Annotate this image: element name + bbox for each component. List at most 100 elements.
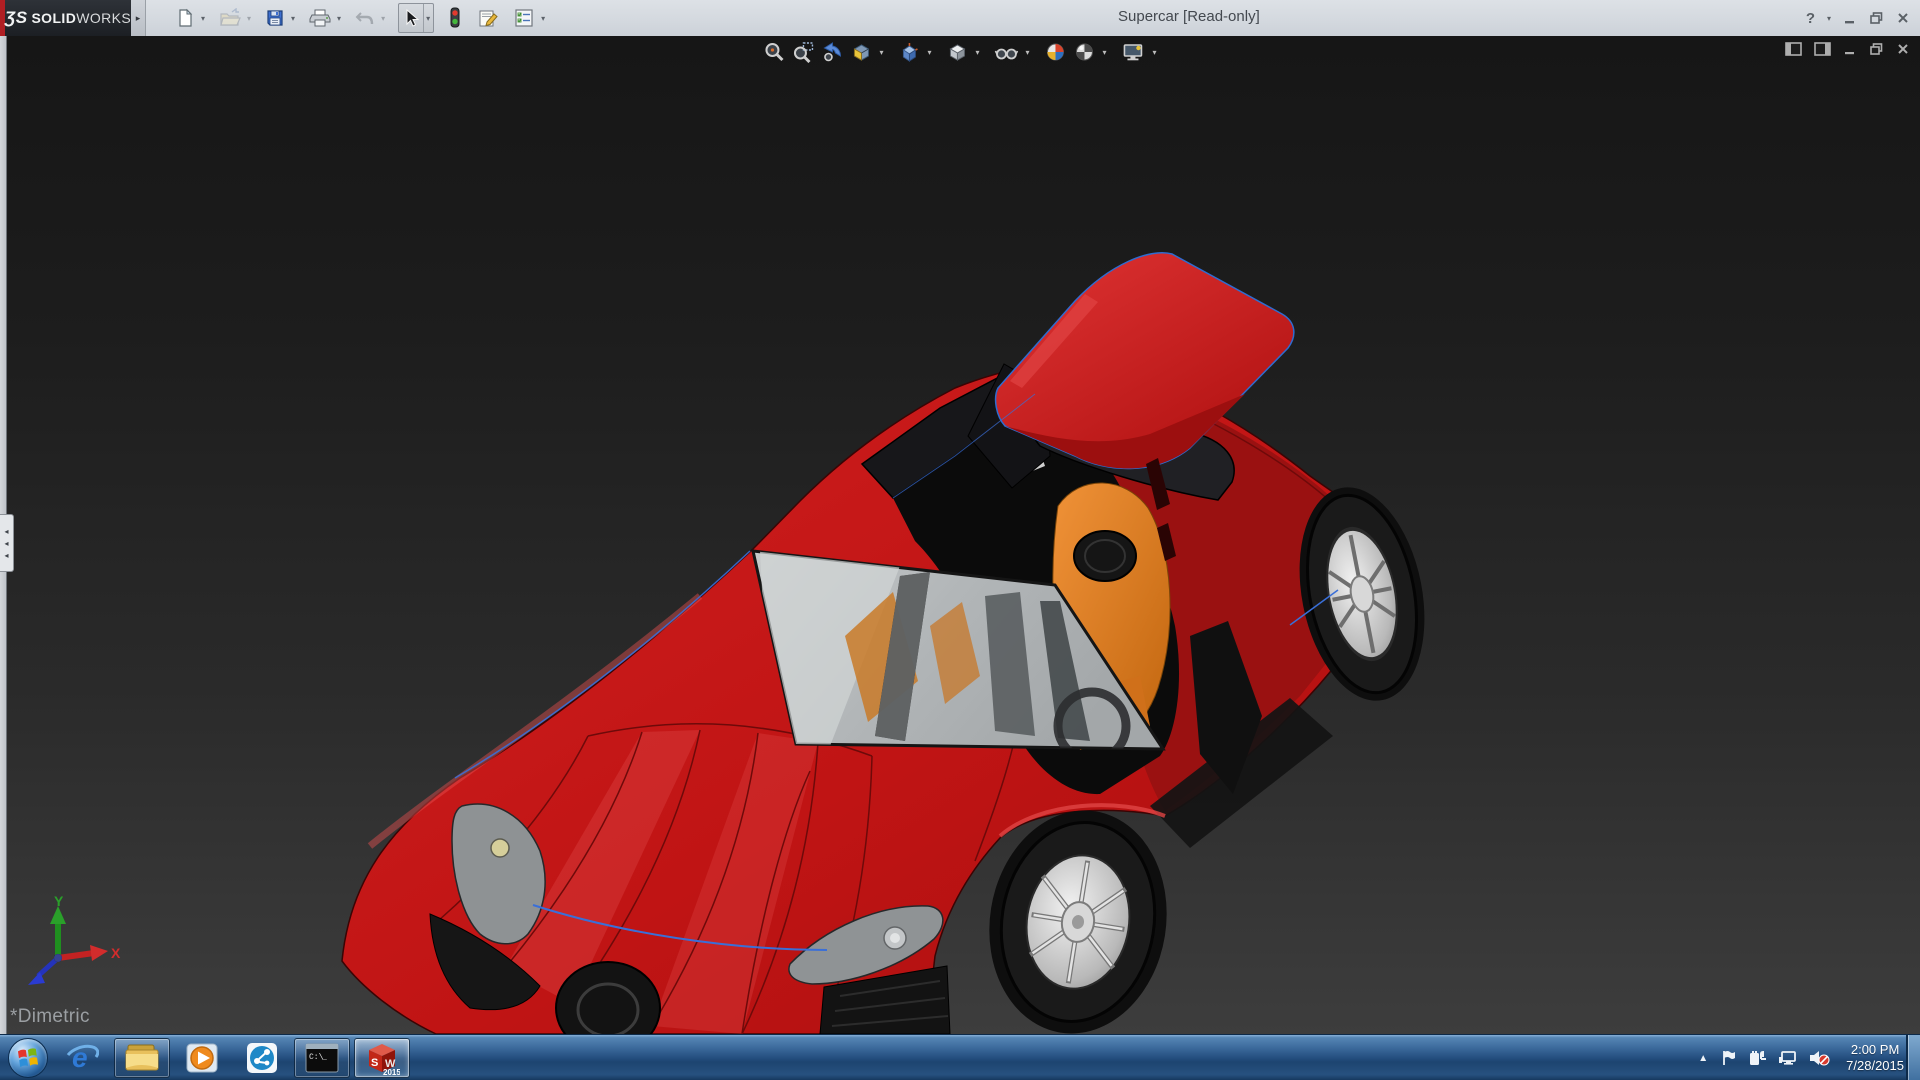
doc-restore-button[interactable] [1869, 42, 1884, 56]
zoom-to-area-button[interactable] [790, 39, 816, 65]
seat-headrest-hole [1074, 531, 1136, 581]
taskbar: e [0, 1034, 1920, 1080]
display-style-button[interactable] [944, 39, 970, 65]
view-settings-icon [1122, 41, 1146, 63]
options-dropdown[interactable]: ▾ [539, 14, 548, 23]
app-minimize-button[interactable] [1843, 11, 1857, 25]
previous-view-button[interactable] [819, 39, 845, 65]
action-center-flag-icon[interactable] [1720, 1049, 1738, 1067]
undo-dropdown[interactable]: ▾ [379, 14, 388, 23]
appearance-ball-icon [1045, 41, 1067, 63]
solidworks-cube-icon: S W 2015 [364, 1040, 400, 1076]
panel-arrow-icon: ◂ [4, 551, 8, 560]
feature-panel-expander[interactable]: ◂ ◂ ◂ [0, 514, 14, 572]
eyeglasses-icon [995, 41, 1019, 63]
select-tool-button[interactable] [399, 4, 423, 32]
help-button[interactable]: ? [1806, 10, 1815, 27]
desktop-screen: ƷSSOLIDWORKS ▸ ▾ ▾ [0, 0, 1920, 1080]
view-orientation-button[interactable] [896, 39, 922, 65]
internet-explorer-icon: e [65, 1041, 99, 1075]
taskbar-internet-explorer[interactable]: e [54, 1038, 110, 1078]
doc-restore-icon [1869, 42, 1884, 56]
show-desktop-button[interactable] [1906, 1035, 1920, 1080]
new-document-icon [175, 8, 195, 28]
zoom-to-fit-button[interactable] [761, 39, 787, 65]
edit-appearance-button[interactable] [1043, 39, 1069, 65]
select-cursor-icon [402, 8, 420, 28]
doc-minimize-button[interactable] [1843, 42, 1857, 56]
doc-close-icon [1896, 42, 1910, 56]
taskbar-command-prompt[interactable]: C:\ _ [294, 1038, 350, 1078]
apply-scene-button[interactable] [1072, 39, 1098, 65]
taskbar-connect-app[interactable] [234, 1038, 290, 1078]
previous-view-icon [821, 41, 843, 63]
supercar-model[interactable] [0, 36, 1920, 1034]
open-folder-icon [219, 8, 241, 28]
show-hidden-icons-button[interactable]: ▲ [1696, 1051, 1710, 1066]
solidworks-logo-text: ƷSSOLIDWORKS [5, 8, 131, 28]
display-style-dropdown[interactable]: ▾ [973, 48, 981, 57]
windows-flag-icon [9, 1039, 47, 1077]
start-button[interactable] [8, 1038, 48, 1078]
show-left-pane-button[interactable] [1785, 42, 1802, 56]
volume-muted-icon[interactable] [1808, 1049, 1830, 1067]
solidworks-logo: ƷSSOLIDWORKS [5, 0, 131, 36]
graphics-viewport[interactable]: ◂ ◂ ◂ [0, 36, 1920, 1034]
save-button[interactable] [262, 3, 288, 33]
help-dropdown[interactable]: ▾ [1827, 14, 1831, 23]
network-icon[interactable] [1778, 1049, 1798, 1067]
cmd-cursor: _ [321, 1053, 327, 1062]
tray-clock[interactable]: 2:00 PM 7/28/2015 [1846, 1042, 1904, 1074]
print-dropdown[interactable]: ▾ [335, 14, 344, 23]
taskbar-windows-explorer[interactable] [114, 1038, 170, 1078]
media-player-icon [185, 1041, 219, 1075]
restore-icon [1869, 11, 1884, 25]
taskbar-media-player[interactable] [174, 1038, 230, 1078]
view-orientation-dropdown[interactable]: ▾ [925, 48, 933, 57]
zoom-to-area-icon [792, 41, 814, 63]
titlebar-controls: ? ▾ [1806, 0, 1910, 36]
file-properties-button[interactable] [474, 3, 502, 33]
options-button[interactable] [510, 3, 538, 33]
traffic-light-icon [447, 7, 463, 29]
sw-year: 2015 [383, 1068, 400, 1076]
view-settings-button[interactable] [1120, 39, 1148, 65]
hide-show-items-dropdown[interactable]: ▾ [1024, 48, 1032, 57]
headsup-view-toolbar: ▾ ▾ ▾ [761, 39, 1158, 65]
zoom-to-fit-icon [763, 41, 785, 63]
power-plug-icon[interactable] [1748, 1049, 1768, 1067]
menu-flyout-tab[interactable]: ▸ [131, 0, 146, 36]
taskbar-solidworks[interactable]: S W 2015 [354, 1038, 410, 1078]
hide-show-items-button[interactable] [993, 39, 1021, 65]
open-dropdown[interactable]: ▾ [245, 14, 254, 23]
app-close-button[interactable] [1896, 11, 1910, 25]
open-button[interactable] [216, 3, 244, 33]
show-right-pane-button[interactable] [1814, 42, 1831, 56]
select-tool-dropdown[interactable]: ▾ [423, 4, 433, 32]
select-tool-group: ▾ [398, 3, 434, 33]
apply-scene-dropdown[interactable]: ▾ [1101, 48, 1109, 57]
doc-close-button[interactable] [1896, 42, 1910, 56]
new-document-dropdown[interactable]: ▾ [199, 14, 208, 23]
print-button[interactable] [306, 3, 334, 33]
tray-date: 7/28/2015 [1846, 1058, 1904, 1074]
save-dropdown[interactable]: ▾ [289, 14, 298, 23]
rebuild-button[interactable] [444, 3, 466, 33]
triad-x-label: X [111, 945, 121, 961]
app-restore-button[interactable] [1869, 11, 1884, 25]
view-settings-dropdown[interactable]: ▾ [1151, 48, 1159, 57]
sw-s-glyph: S [371, 1057, 378, 1069]
logo-solid: SOLID [31, 10, 76, 26]
titlebar: ƷSSOLIDWORKS ▸ ▾ ▾ [0, 0, 1920, 36]
section-view-button[interactable] [848, 39, 874, 65]
panel-arrow-icon: ◂ [4, 539, 8, 548]
reference-triad: Y X [12, 892, 122, 996]
undo-icon [355, 8, 375, 28]
undo-button[interactable] [352, 3, 378, 33]
document-window-controls [1785, 42, 1910, 56]
new-document-button[interactable] [172, 3, 198, 33]
view-orientation-label: *Dimetric [10, 1006, 90, 1028]
save-floppy-icon [265, 8, 285, 28]
triad-y-label: Y [54, 893, 64, 909]
section-view-dropdown[interactable]: ▾ [877, 48, 885, 57]
